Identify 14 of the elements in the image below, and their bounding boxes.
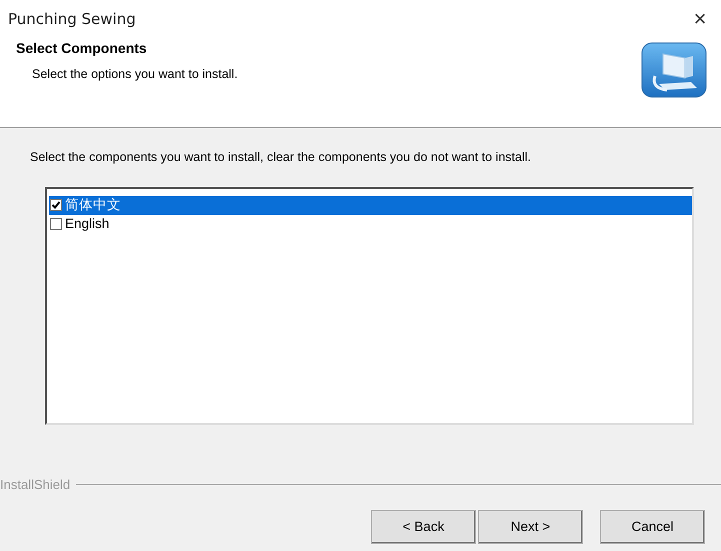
close-button[interactable]: × bbox=[685, 4, 715, 34]
instruction-text: Select the components you want to install, clear the components you do not want to install. bbox=[29, 149, 532, 166]
back-button[interactable]: < Back bbox=[371, 510, 476, 544]
component-item[interactable]: English bbox=[49, 214, 692, 234]
brand-label: InstallShield bbox=[0, 476, 70, 494]
page-subtitle: Select the options you want to install. bbox=[32, 66, 238, 83]
component-item[interactable]: 简体中文 bbox=[49, 196, 692, 215]
page-title: Select Components bbox=[16, 39, 148, 58]
cancel-button[interactable]: Cancel bbox=[600, 510, 705, 544]
checkbox[interactable] bbox=[50, 199, 62, 212]
computer-icon bbox=[641, 42, 707, 98]
checkbox[interactable] bbox=[50, 218, 62, 230]
next-button[interactable]: Next > bbox=[478, 510, 583, 544]
window-title: Punching Sewing bbox=[8, 8, 136, 30]
